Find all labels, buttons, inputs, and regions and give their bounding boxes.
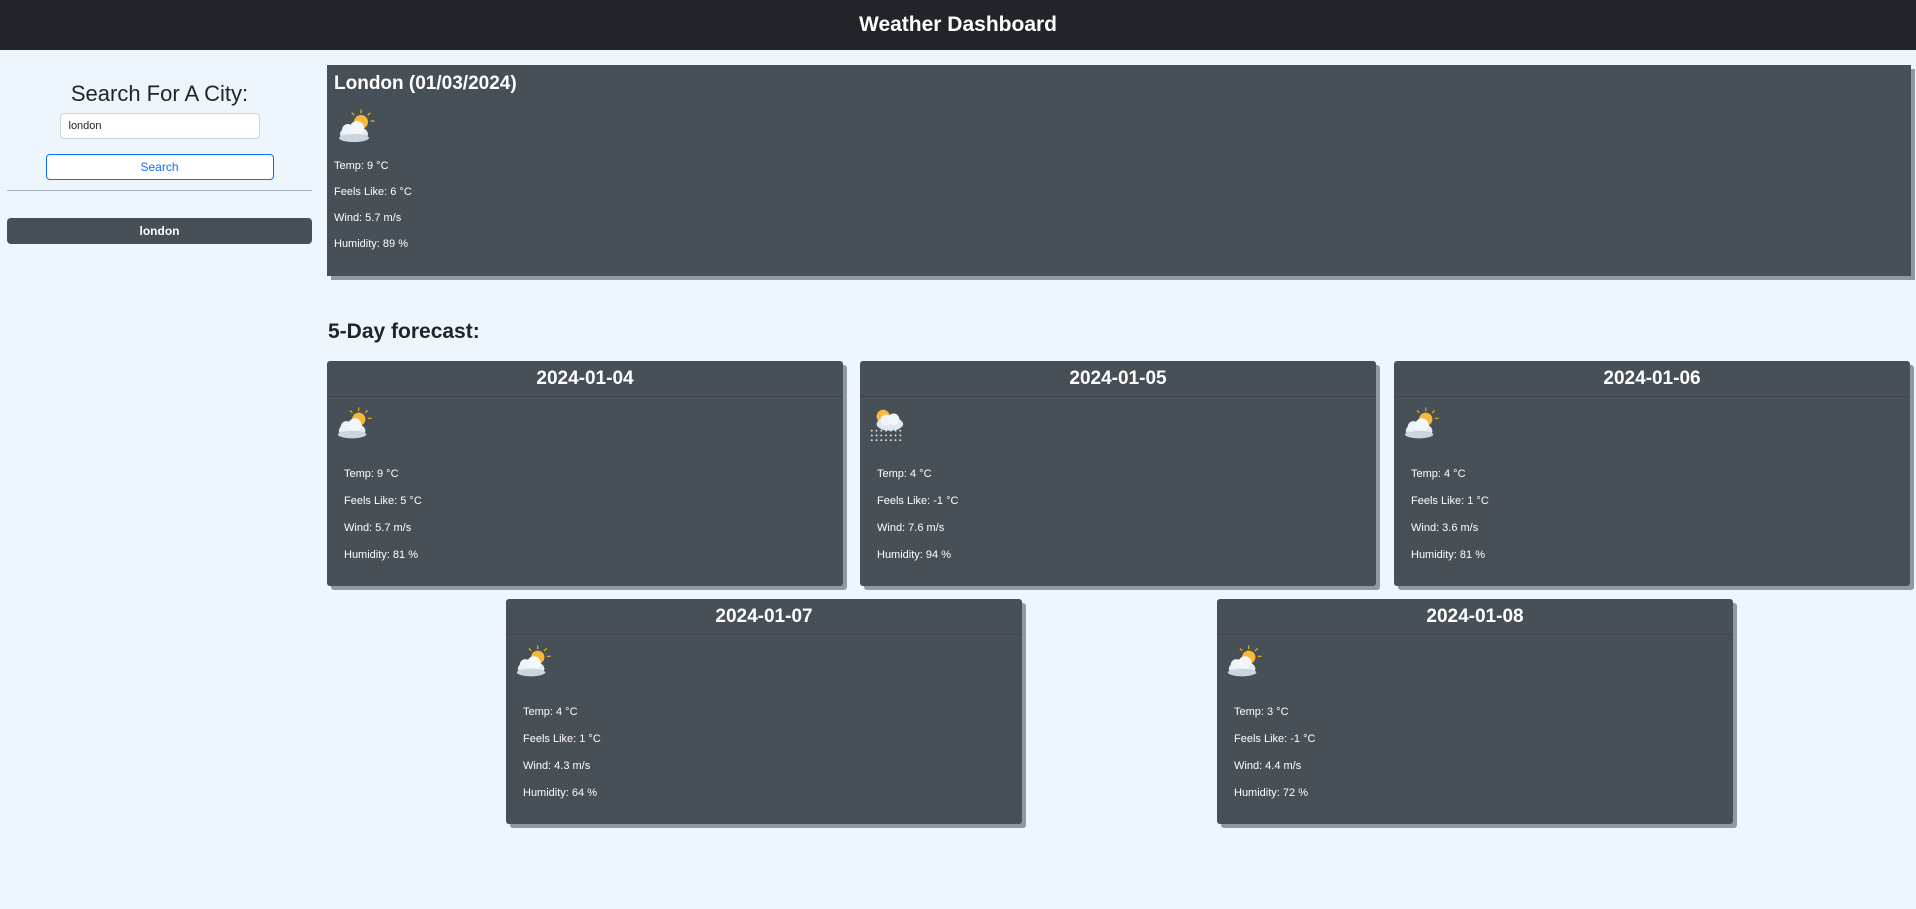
partly-cloudy-icon bbox=[1400, 405, 1442, 443]
forecast-wind: Wind: 7.6 m/s bbox=[877, 522, 945, 534]
forecast-temp: Temp: 4 °C bbox=[523, 706, 578, 718]
current-temp: Temp: 9 °C bbox=[334, 160, 389, 172]
forecast-date: 2024-01-08 bbox=[1217, 599, 1733, 635]
forecast-wind: Wind: 4.3 m/s bbox=[523, 760, 591, 772]
partly-cloudy-icon bbox=[333, 405, 375, 443]
forecast-wind: Wind: 4.4 m/s bbox=[1234, 760, 1302, 772]
app-title: Weather Dashboard bbox=[859, 13, 1057, 36]
forecast-date: 2024-01-07 bbox=[506, 599, 1022, 635]
forecast-date: 2024-01-04 bbox=[327, 361, 843, 397]
forecast-humidity: Humidity: 64 % bbox=[523, 787, 597, 799]
forecast-feels-like: Feels Like: 1 °C bbox=[1411, 495, 1489, 507]
forecast-wind: Wind: 5.7 m/s bbox=[344, 522, 412, 534]
forecast-card: 2024-01-05 Temp: 4 °C Feels Like: -1 °C … bbox=[860, 361, 1376, 586]
partly-cloudy-icon bbox=[334, 107, 378, 147]
forecast-card: 2024-01-07 Temp: 4 °C Feels Like: 1 °C W… bbox=[506, 599, 1022, 824]
forecast-feels-like: Feels Like: 5 °C bbox=[344, 495, 422, 507]
snow-cloud-icon bbox=[866, 405, 908, 443]
forecast-card: 2024-01-06 Temp: 4 °C Feels Like: 1 °C W… bbox=[1394, 361, 1910, 586]
forecast-humidity: Humidity: 81 % bbox=[1411, 549, 1485, 561]
partly-cloudy-icon bbox=[512, 643, 554, 681]
forecast-date: 2024-01-06 bbox=[1394, 361, 1910, 397]
forecast-humidity: Humidity: 94 % bbox=[877, 549, 951, 561]
current-weather-card: London (01/03/2024) Temp: 9 °C Feels Lik… bbox=[327, 65, 1911, 276]
forecast-humidity: Humidity: 81 % bbox=[344, 549, 418, 561]
forecast-card: 2024-01-08 Temp: 3 °C Feels Like: -1 °C … bbox=[1217, 599, 1733, 824]
forecast-temp: Temp: 9 °C bbox=[344, 468, 399, 480]
forecast-feels-like: Feels Like: -1 °C bbox=[877, 495, 959, 507]
current-feels-like: Feels Like: 6 °C bbox=[334, 186, 412, 198]
forecast-temp: Temp: 3 °C bbox=[1234, 706, 1289, 718]
forecast-card: 2024-01-04 Temp: 9 °C Feels Like: 5 °C W… bbox=[327, 361, 843, 586]
forecast-temp: Temp: 4 °C bbox=[1411, 468, 1466, 480]
forecast-feels-like: Feels Like: -1 °C bbox=[1234, 733, 1316, 745]
partly-cloudy-icon bbox=[1223, 643, 1265, 681]
forecast-humidity: Humidity: 72 % bbox=[1234, 787, 1308, 799]
sidebar: Search For A City: Search london bbox=[7, 50, 312, 244]
current-humidity: Humidity: 89 % bbox=[334, 238, 408, 250]
forecast-wind: Wind: 3.6 m/s bbox=[1411, 522, 1479, 534]
forecast-feels-like: Feels Like: 1 °C bbox=[523, 733, 601, 745]
history-button-london[interactable]: london bbox=[7, 218, 312, 244]
current-city-title: London (01/03/2024) bbox=[334, 73, 517, 94]
search-input[interactable] bbox=[59, 113, 260, 139]
forecast-temp: Temp: 4 °C bbox=[877, 468, 932, 480]
search-button[interactable]: Search bbox=[45, 154, 274, 180]
forecast-title: 5-Day forecast: bbox=[328, 320, 480, 343]
app-header: Weather Dashboard bbox=[0, 0, 1916, 50]
forecast-date: 2024-01-05 bbox=[860, 361, 1376, 397]
current-wind: Wind: 5.7 m/s bbox=[334, 212, 402, 224]
sidebar-divider bbox=[7, 190, 312, 191]
search-title: Search For A City: bbox=[70, 81, 249, 106]
